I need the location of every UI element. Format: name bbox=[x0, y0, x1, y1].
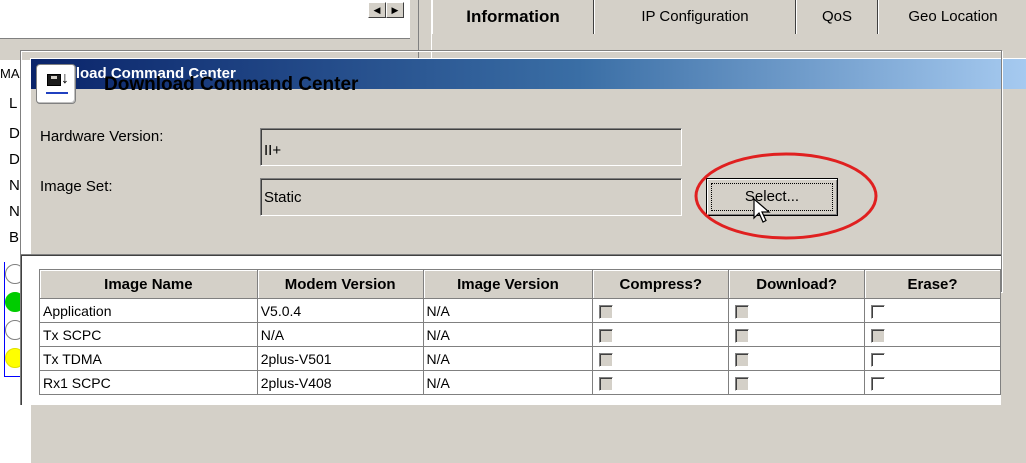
image-table-container: Image Name Modem Version Image Version C… bbox=[20, 254, 1001, 405]
erase-checkbox[interactable] bbox=[871, 304, 886, 319]
table-row[interactable]: Rx1 SCPC 2plus-V408 N/A bbox=[39, 370, 1001, 395]
image-set-label: Image Set: bbox=[40, 178, 113, 195]
floppy-download-icon: ↓ bbox=[36, 64, 76, 104]
cell-image-name: Application bbox=[39, 298, 258, 323]
erase-checkbox[interactable] bbox=[871, 376, 886, 391]
table-row[interactable]: Tx TDMA 2plus-V501 N/A bbox=[39, 346, 1001, 371]
red-highlight-ellipse bbox=[694, 152, 878, 240]
download-checkbox bbox=[735, 352, 750, 367]
erase-checkbox bbox=[871, 328, 886, 343]
column-header-erase[interactable]: Erase? bbox=[864, 269, 1001, 299]
scroll-right-button[interactable]: ▶ bbox=[386, 2, 404, 18]
sidebar-letter: L bbox=[9, 95, 18, 112]
tab-information[interactable]: Information bbox=[432, 0, 594, 34]
download-checkbox bbox=[735, 376, 750, 391]
cell-image-name: Tx SCPC bbox=[39, 322, 258, 347]
table-row[interactable]: Tx SCPC N/A N/A bbox=[39, 322, 1001, 347]
sidebar-letter: N bbox=[9, 203, 20, 220]
cell-modem-version: 2plus-V408 bbox=[256, 370, 424, 395]
background-list-area bbox=[0, 0, 410, 39]
column-header-image-name[interactable]: Image Name bbox=[39, 269, 258, 299]
image-set-field: Static bbox=[260, 178, 682, 216]
compress-checkbox bbox=[599, 328, 614, 343]
download-checkbox bbox=[735, 328, 750, 343]
cell-image-name: Rx1 SCPC bbox=[39, 370, 258, 395]
scroll-left-button[interactable]: ◀ bbox=[368, 2, 386, 18]
cell-image-version: N/A bbox=[422, 346, 594, 371]
cell-modem-version: 2plus-V501 bbox=[256, 346, 424, 371]
dialog-header-title: Download Command Center bbox=[104, 74, 359, 95]
tab-qos[interactable]: QoS bbox=[796, 0, 878, 34]
image-table: Image Name Modem Version Image Version C… bbox=[39, 269, 1001, 395]
compress-checkbox bbox=[599, 304, 614, 319]
compress-checkbox bbox=[599, 352, 614, 367]
column-header-image-version[interactable]: Image Version bbox=[422, 269, 594, 299]
cell-modem-version: V5.0.4 bbox=[256, 298, 424, 323]
cell-modem-version: N/A bbox=[256, 322, 424, 347]
sidebar-letter: D bbox=[9, 151, 20, 168]
hardware-version-label: Hardware Version: bbox=[40, 128, 164, 145]
compress-checkbox bbox=[599, 376, 614, 391]
sidebar-letter: D bbox=[9, 125, 20, 142]
erase-checkbox[interactable] bbox=[871, 352, 886, 367]
column-header-modem-version[interactable]: Modem Version bbox=[256, 269, 424, 299]
hardware-version-field: II+ bbox=[260, 128, 682, 166]
mouse-pointer-icon bbox=[753, 198, 771, 223]
sidebar-letter: MA bbox=[0, 66, 20, 81]
sidebar-letter: N bbox=[9, 177, 20, 194]
tab-ip-configuration[interactable]: IP Configuration bbox=[594, 0, 796, 34]
cell-image-version: N/A bbox=[422, 370, 594, 395]
cell-image-version: N/A bbox=[422, 322, 594, 347]
column-header-compress[interactable]: Compress? bbox=[592, 269, 730, 299]
cell-image-version: N/A bbox=[422, 298, 594, 323]
download-checkbox bbox=[735, 304, 750, 319]
table-row[interactable]: Application V5.0.4 N/A bbox=[39, 298, 1001, 323]
column-header-download[interactable]: Download? bbox=[728, 269, 866, 299]
cell-image-name: Tx TDMA bbox=[39, 346, 258, 371]
sidebar-letter: B bbox=[9, 229, 20, 246]
table-header-row: Image Name Modem Version Image Version C… bbox=[39, 269, 1001, 299]
tab-geo-location[interactable]: Geo Location bbox=[878, 0, 1026, 34]
